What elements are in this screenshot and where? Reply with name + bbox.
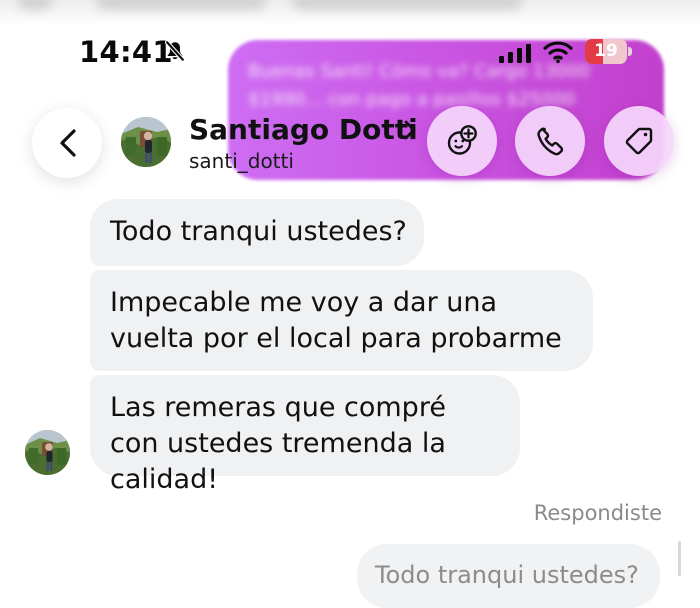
tag-icon [625, 127, 653, 155]
message-text: Impecable me voy a dar una vuelta por el… [110, 287, 562, 354]
wifi-icon [542, 40, 574, 64]
blurred-background-message-text: Buenas Santi! Cómo va? Cargo 13000 $1990… [248, 61, 591, 110]
contact-name[interactable]: Santiago Dotti [189, 111, 418, 149]
contact-avatar[interactable] [121, 117, 171, 167]
contact-username[interactable]: santi_dotti [189, 149, 294, 173]
message-bubble[interactable]: Todo tranqui ustedes? [90, 199, 424, 266]
chevron-left-icon [60, 129, 76, 157]
phone-icon [537, 127, 564, 156]
cellular-signal-icon [498, 43, 534, 63]
blurred-content-fragment [292, 0, 522, 10]
face-plus-icon [447, 125, 477, 155]
tag-button[interactable] [604, 106, 674, 176]
replied-message-preview-text: Todo tranqui ustedes? [375, 561, 639, 589]
back-button[interactable] [32, 108, 102, 178]
reply-status-label: Respondiste [533, 501, 662, 525]
top-blurred-content [0, 0, 700, 26]
message-bubble[interactable]: Impecable me voy a dar una vuelta por el… [90, 270, 593, 371]
effects-button[interactable] [427, 106, 497, 176]
chevron-right-icon[interactable] [403, 118, 417, 142]
bell-slash-icon [163, 39, 187, 63]
battery-cap [628, 47, 632, 56]
blurred-content-fragment [96, 0, 266, 10]
blurred-content-fragment [18, 0, 52, 10]
replied-message-preview[interactable]: Todo tranqui ustedes? [357, 544, 660, 608]
message-avatar[interactable] [25, 430, 70, 475]
message-text: Todo tranqui ustedes? [110, 216, 407, 247]
battery-level: 19 [594, 41, 618, 61]
status-time: 14:41 [79, 35, 173, 69]
reply-connector-line [678, 541, 681, 576]
message-text: Las remeras que compré con ustedes treme… [110, 392, 446, 495]
call-button[interactable] [515, 106, 585, 176]
battery-indicator: 19 [585, 39, 633, 64]
message-bubble[interactable]: Las remeras que compré con ustedes treme… [90, 375, 520, 495]
